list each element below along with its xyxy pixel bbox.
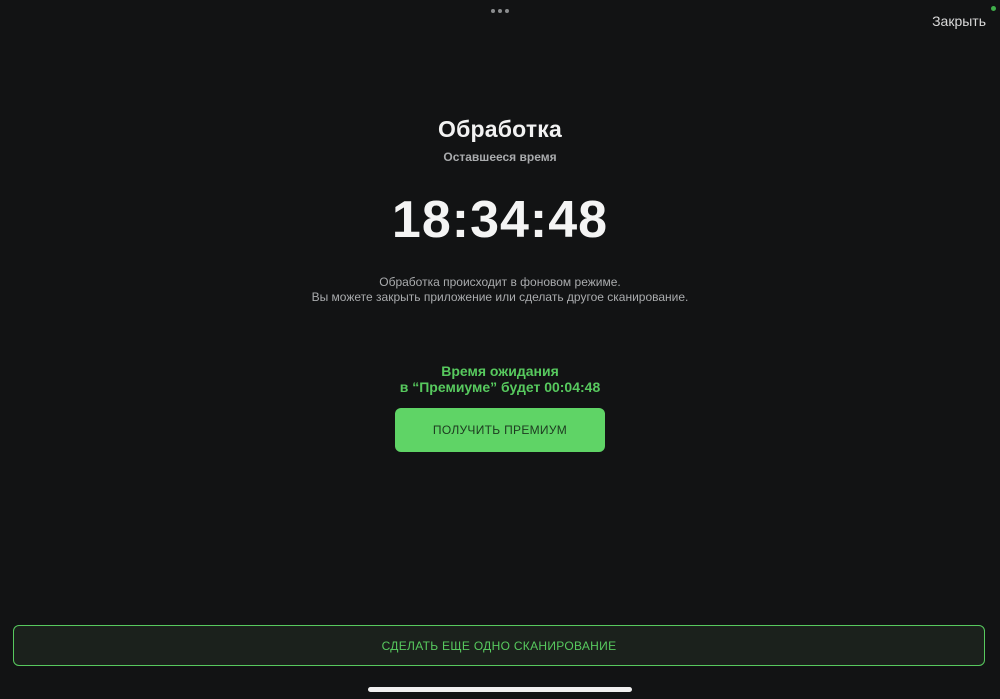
info-line: Обработка происходит в фоновом режиме. — [379, 275, 621, 289]
dot — [491, 8, 495, 13]
page-title: Обработка — [438, 116, 562, 142]
status-dot-icon — [991, 6, 996, 11]
get-premium-button[interactable]: ПОЛУЧИТЬ ПРЕМИУМ — [395, 408, 605, 452]
remaining-time-label: Оставшееся время — [443, 150, 557, 164]
wait-line: в “Премиуме” будет 00:04:48 — [399, 379, 601, 395]
home-indicator[interactable] — [368, 687, 632, 692]
new-scan-button[interactable]: СДЕЛАТЬ ЕЩЕ ОДНО СКАНИРОВАНИЕ — [13, 625, 985, 666]
wait-line: Время ожидания — [441, 363, 559, 379]
premium-wait-notice: Время ожидания в “Премиуме” будет 00:04:… — [0, 363, 1000, 395]
background-info: Обработка происходит в фоновом режиме. В… — [0, 275, 1000, 305]
info-line: Вы можете закрыть приложение или сделать… — [311, 290, 689, 304]
dot — [505, 8, 509, 13]
more-dots-icon[interactable] — [491, 8, 509, 13]
countdown-timer: 18:34:48 — [391, 191, 609, 249]
close-button[interactable]: Закрыть — [932, 13, 986, 29]
dot — [498, 8, 502, 13]
